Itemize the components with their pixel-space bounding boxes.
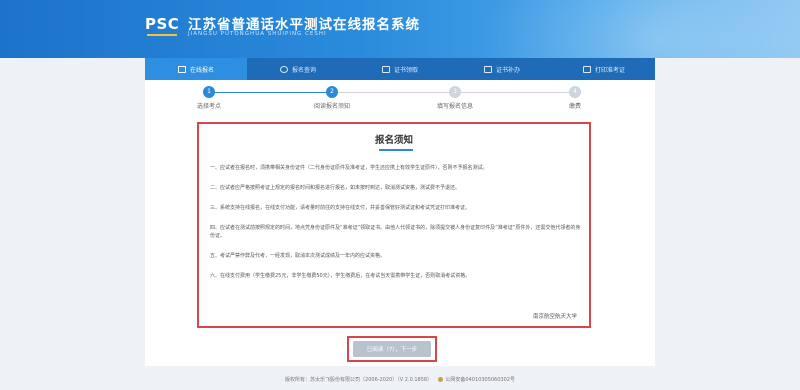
notice-signature: 南京航空航天大学 — [532, 314, 577, 320]
registration-notice: 报名须知 一、应试者在报名时，须携带相关身份证件（二代身份证原件及准考证，学生还… — [197, 122, 591, 328]
notice-paragraph: 五、考试严禁作弊及代考，一经发现，取消本次测试成绩及一年内的应试资格。 — [210, 253, 386, 259]
police-record-text: 公网安备04010305060302号 — [445, 377, 515, 383]
step-label: 阅读报名须知 — [313, 103, 350, 110]
psc-logo: PSC — [145, 14, 181, 44]
notice-paragraph: 六、在线支付费用（学生缴费25元，非学生缴费50元），学生缴费后，在考试当天需携… — [210, 273, 471, 279]
progress-steps: 1 选择考点 2 阅读报名须知 3 填写报名信息 4 缴费 — [145, 86, 655, 116]
notice-paragraph: 二、应试者应严格按照考证上规定的报名时间和报名进行报名，如未按时到达，取消测试资… — [210, 185, 461, 191]
step-number: 4 — [569, 86, 581, 98]
notice-paragraph: 四、应试者在测试前按照规定的时间，地点凭身份证原件及“准考证”领取证书。由他人代… — [210, 225, 581, 239]
printer-icon — [582, 65, 591, 73]
search-icon — [279, 65, 288, 73]
site-header: PSC 江苏省普通话水平测试在线报名系统 JIANGSU PUTONGHUA S… — [0, 0, 800, 58]
step-label: 缴费 — [568, 103, 581, 110]
next-button-highlight: 已阅读（7），下一步 — [347, 336, 437, 362]
copyright-text: 版权所有：苏太乐飞股份有限公司（2006-2020）（V 2.0.1858） — [285, 377, 433, 383]
nav-label: 报名查询 — [291, 66, 316, 74]
nav-label: 证书领取 — [393, 66, 418, 74]
nav-label: 证书补办 — [495, 66, 520, 74]
logo-underline — [147, 34, 177, 36]
notice-paragraph: 三、系统支持在线报名，在线支付功能，请考量时前往的支持在线支付，并妥善保管好测试… — [210, 205, 471, 211]
police-badge-icon — [438, 377, 444, 382]
nav-item-registration-query[interactable]: 报名查询 — [247, 58, 349, 80]
notice-title: 报名须知 — [374, 135, 413, 146]
nav-item-online-registration[interactable]: 在线报名 — [145, 58, 247, 80]
page-footer: 版权所有：苏太乐飞股份有限公司（2006-2020）（V 2.0.1858） 公… — [0, 376, 800, 383]
logo-text: PSC — [145, 15, 180, 33]
step-read-notice: 2 阅读报名须知 — [292, 86, 372, 110]
notice-paragraph: 一、应试者在报名时，须携带相关身份证件（二代身份证原件及准考证，学生还应携上有效… — [210, 165, 488, 171]
nav-item-print-admission[interactable]: 打印准考证 — [553, 58, 655, 80]
step-label: 填写报名信息 — [436, 103, 473, 110]
main-panel: 1 选择考点 2 阅读报名须知 3 填写报名信息 4 缴费 报名须知 一、应试者… — [145, 80, 655, 366]
nav-item-certificate-reissue[interactable]: 证书补办 — [451, 58, 553, 80]
header-decoration — [480, 0, 800, 58]
step-number: 1 — [203, 86, 215, 98]
step-select-site: 1 选择考点 — [169, 86, 249, 110]
step-label: 选择考点 — [196, 103, 221, 110]
nav-label: 打印准考证 — [594, 66, 625, 74]
title-underline — [379, 149, 413, 151]
certificate-icon — [381, 65, 390, 73]
system-subtitle: JIANGSU PUTONGHUA SHUIPING CESHI — [188, 31, 327, 37]
main-nav: 在线报名 报名查询 证书领取 证书补办 打印准考证 — [145, 58, 655, 80]
nav-item-certificate-pickup[interactable]: 证书领取 — [349, 58, 451, 80]
nav-label: 在线报名 — [189, 66, 214, 74]
step-number: 2 — [326, 86, 338, 98]
next-step-button[interactable]: 已阅读（7），下一步 — [353, 341, 431, 357]
certificate-reissue-icon — [483, 65, 492, 73]
edit-icon — [177, 65, 186, 73]
step-number: 3 — [449, 86, 461, 98]
step-payment: 4 缴费 — [535, 86, 615, 110]
system-title: 江苏省普通话水平测试在线报名系统 — [188, 17, 420, 33]
step-fill-info: 3 填写报名信息 — [415, 86, 495, 110]
